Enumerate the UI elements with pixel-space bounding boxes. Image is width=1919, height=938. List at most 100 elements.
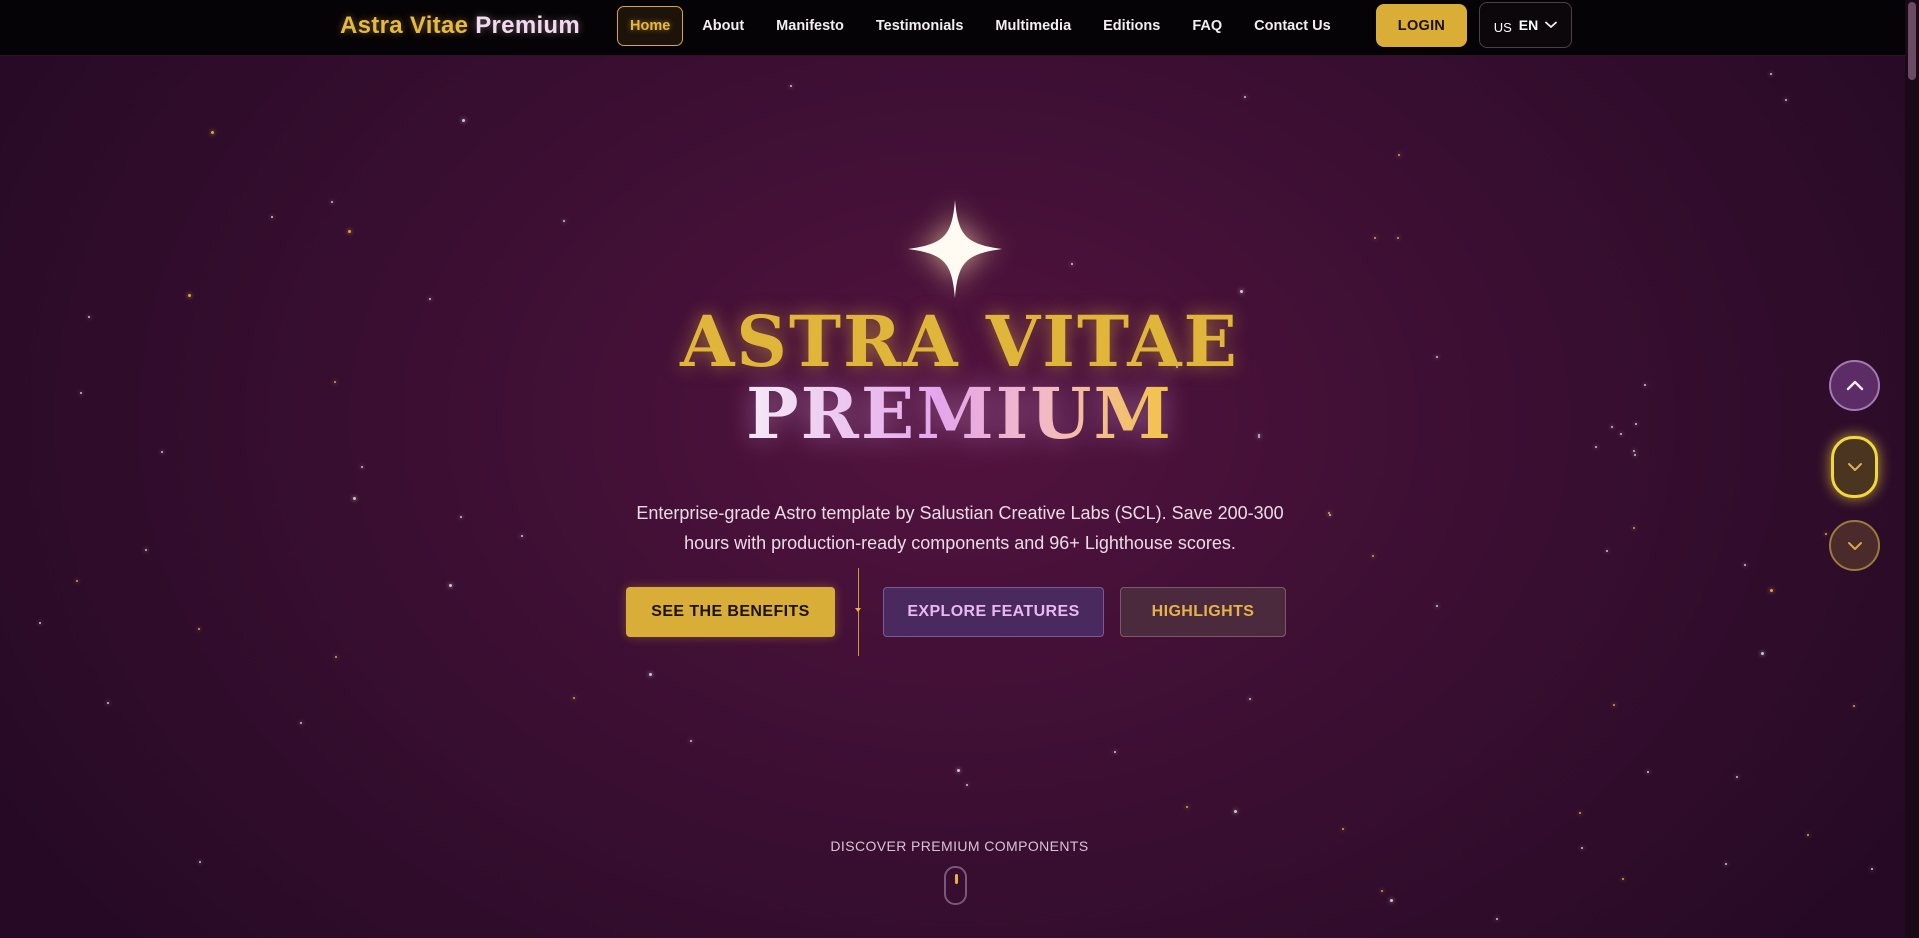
divider-caret-icon [855,608,861,612]
hero-title-line2: PREMIUM [0,372,1919,455]
star-dot [1606,550,1608,552]
star-dot [1342,828,1344,830]
star-dot [188,294,191,297]
star-dot [361,466,363,468]
star-dot [462,119,465,122]
star-dot [1114,751,1116,753]
star-dot [1186,806,1188,808]
star-dot [107,702,109,704]
star-dot [1579,812,1581,814]
star-dot [1622,878,1624,880]
star-dot [460,516,462,518]
button-divider [858,568,859,656]
section-current-button[interactable] [1831,436,1878,498]
chevron-up-icon [1846,380,1863,391]
star-dot [335,656,337,658]
star-dot [1234,810,1237,813]
star-dot [1871,868,1873,870]
star-dot [271,216,273,218]
star-dot [1249,698,1251,700]
star-dot [649,673,652,676]
star-dot [1853,705,1855,707]
star-dot [1770,589,1773,592]
star-dot [211,131,214,134]
star-dot [1374,237,1376,239]
nav-item-manifesto[interactable]: Manifesto [763,6,857,46]
language-selector[interactable]: US EN [1479,2,1572,48]
nav-item-testimonials[interactable]: Testimonials [863,6,977,46]
sparkle-star-icon [908,200,1002,298]
see-benefits-button[interactable]: SEE THE BENEFITS [626,587,835,637]
language-code: EN [1518,17,1539,33]
chevron-down-icon [1545,21,1558,28]
star-dot [1328,512,1330,514]
star-dot [1240,290,1243,293]
star-dot [690,740,692,742]
star-dot [1372,555,1374,557]
star-dot [300,722,302,724]
chevron-down-icon [1847,541,1862,550]
highlights-button[interactable]: HIGHLIGHTS [1120,587,1286,637]
hero-subtitle: Enterprise-grade Astro template by Salus… [636,503,1284,553]
star-dot [1744,564,1746,566]
star-dot [957,769,960,772]
top-navigation-bar: Astra Vitae Premium Home About Manifesto… [0,0,1919,56]
section-up-button[interactable] [1829,360,1880,411]
brand-name: Astra Vitae [340,12,469,39]
star-dot [353,497,356,500]
us-flag-icon: US [1493,19,1512,35]
login-button[interactable]: LOGIN [1376,4,1467,47]
star-dot [1807,834,1809,836]
section-down-button[interactable] [1829,520,1880,571]
star-dot [1496,918,1498,920]
hero-title-line1: ASTRA VITAE [680,300,1239,383]
scrollbar-thumb[interactable] [1908,2,1916,80]
discover-label: DISCOVER PREMIUM COMPONENTS [830,838,1089,854]
brand-edition: Premium [475,12,581,39]
star-dot [1725,863,1727,865]
hero-title-premium: PREMIUM [746,372,1173,455]
star-dot [1761,652,1764,655]
nav-item-about[interactable]: About [689,6,757,46]
star-dot [348,230,351,233]
star-dot [1071,263,1073,265]
star-dot [573,697,575,699]
star-dot [521,535,523,537]
brand-logo[interactable]: Astra Vitae Premium [340,12,580,40]
star-dot [563,220,565,222]
star-dot [331,201,333,203]
star-dot [790,85,792,87]
nav-item-editions[interactable]: Editions [1090,6,1173,46]
star-dot [966,784,968,786]
star-dot [145,549,147,551]
star-dot [1244,96,1246,98]
star-dot [199,861,201,863]
nav-item-contact[interactable]: Contact Us [1241,6,1344,46]
main-menu: Home About Manifesto Testimonials Multim… [617,6,1350,46]
chevron-down-icon [1847,463,1862,471]
star-dot [76,580,78,582]
page-scrollbar[interactable] [1905,0,1919,938]
scroll-wheel [954,874,958,884]
explore-features-button[interactable]: EXPLORE FEATURES [883,587,1104,637]
star-dot [1785,99,1787,101]
nav-item-faq[interactable]: FAQ [1179,6,1235,46]
star-dot [1390,899,1393,902]
scroll-mouse-icon[interactable] [944,866,967,905]
star-dot [1633,527,1635,529]
star-dot [1825,533,1827,535]
star-dot [1436,605,1438,607]
star-dot [1613,704,1615,706]
star-dot [1397,237,1399,239]
star-dot [1736,776,1738,778]
star-dot [198,628,200,630]
star-dot [1329,514,1331,516]
star-dot [1647,771,1649,773]
star-dot [1770,73,1772,75]
star-dot [1398,154,1400,156]
nav-item-home[interactable]: Home [617,6,684,46]
star-dot [449,584,452,587]
nav-item-multimedia[interactable]: Multimedia [982,6,1084,46]
star-dot [1381,890,1383,892]
star-dot [39,622,41,624]
